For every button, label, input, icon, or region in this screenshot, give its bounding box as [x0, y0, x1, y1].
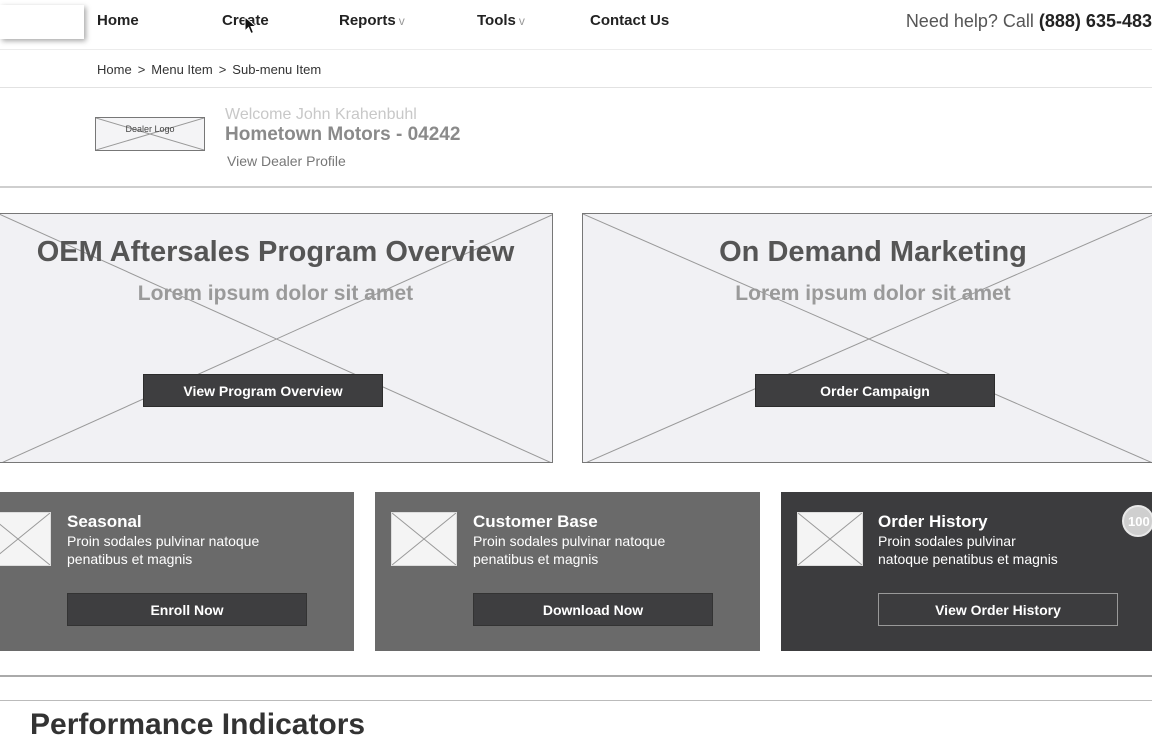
phone-number[interactable]: (888) 635-483 — [1039, 11, 1152, 31]
section-divider — [0, 675, 1152, 701]
breadcrumb: Home > Menu Item > Sub-menu Item — [97, 62, 322, 77]
enroll-now-button[interactable]: Enroll Now — [67, 593, 307, 626]
nav-reports[interactable]: Reports v — [339, 12, 405, 29]
view-dealer-profile-link[interactable]: View Dealer Profile — [227, 153, 346, 169]
image-placeholder — [797, 512, 863, 566]
image-placeholder — [391, 512, 457, 566]
view-program-overview-button[interactable]: View Program Overview — [143, 374, 383, 407]
divider — [0, 186, 1152, 188]
card-title: Seasonal — [67, 512, 142, 531]
breadcrumb-home[interactable]: Home — [97, 62, 132, 77]
image-placeholder-icon — [96, 118, 204, 150]
dealer-logo-text: Dealer Logo — [125, 124, 175, 134]
hero-program-overview: OEM Aftersales Program Overview Lorem ip… — [0, 213, 553, 463]
site-logo[interactable] — [0, 5, 84, 39]
card-title: Customer Base — [473, 512, 598, 531]
card-description: Proin sodales pulvinar natoque penatibus… — [473, 533, 666, 567]
mouse-cursor-icon — [244, 16, 258, 35]
help-phone: Need help? Call (888) 635-483 — [905, 11, 1152, 31]
nav-tools[interactable]: Tools v — [477, 12, 525, 29]
hero-subtitle: Lorem ipsum dolor sit amet — [735, 282, 1011, 305]
image-placeholder-icon — [392, 513, 456, 565]
card-customer-base: Customer Base Proin sodales pulvinar nat… — [375, 492, 760, 651]
breadcrumb-menu-item[interactable]: Menu Item — [151, 62, 212, 77]
card-title: Order History — [878, 512, 988, 531]
hero-title: OEM Aftersales Program Overview — [36, 236, 515, 268]
nav-contact-us[interactable]: Contact Us — [590, 12, 669, 29]
card-description: Proin sodales pulvinar natoque penatibus… — [67, 533, 260, 567]
card-seasonal: Seasonal Proin sodales pulvinar natoque … — [0, 492, 354, 651]
order-campaign-button[interactable]: Order Campaign — [755, 374, 995, 407]
hero-title: On Demand Marketing — [719, 236, 1027, 268]
dealer-logo: Dealer Logo — [95, 117, 205, 151]
image-placeholder-icon — [798, 513, 862, 565]
dealer-name: Hometown Motors - 04242 — [225, 124, 461, 145]
hero-subtitle: Lorem ipsum dolor sit amet — [137, 282, 414, 305]
download-now-button[interactable]: Download Now — [473, 593, 713, 626]
chevron-down-icon: v — [398, 14, 405, 28]
chevron-down-icon: v — [518, 14, 525, 28]
welcome-text: Welcome John Krahenbuhl — [225, 106, 417, 123]
notification-badge: 100 — [1122, 505, 1152, 537]
hero-on-demand-marketing: On Demand Marketing Lorem ipsum dolor si… — [582, 213, 1152, 463]
card-order-history: Order History Proin sodales pulvinar nat… — [781, 492, 1152, 651]
image-placeholder-icon — [0, 513, 50, 565]
divider — [0, 87, 1152, 88]
card-description: Proin sodales pulvinar natoque penatibus… — [878, 533, 1058, 567]
image-placeholder — [0, 512, 51, 566]
view-order-history-button[interactable]: View Order History — [878, 593, 1118, 626]
nav-home[interactable]: Home — [97, 12, 139, 29]
breadcrumb-sub-menu-item: Sub-menu Item — [232, 62, 322, 77]
section-title: Performance Indicators — [30, 708, 366, 741]
top-nav: Home Create Reportsv Toolsv Contact Us N… — [0, 0, 1152, 50]
